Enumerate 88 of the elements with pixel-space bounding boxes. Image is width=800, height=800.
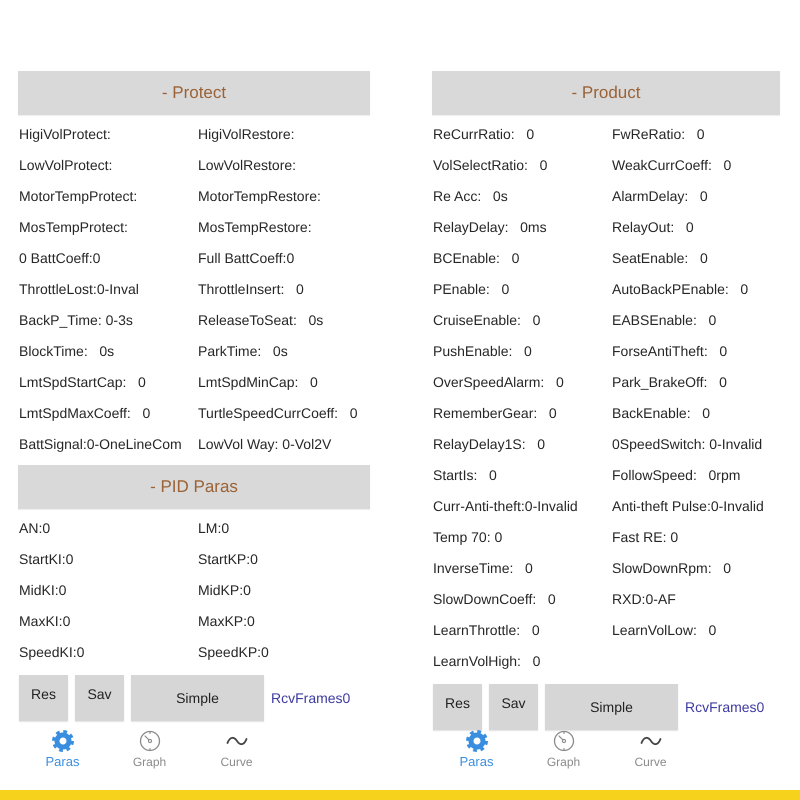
- field-text: StartIs: 0: [432, 466, 497, 484]
- field-text: LowVolProtect:: [18, 156, 112, 174]
- field-text: SlowDownRpm: 0: [611, 558, 732, 576]
- field-text: PEnable: 0: [432, 280, 510, 298]
- field-text: AlarmDelay: 0: [611, 186, 708, 204]
- gear-icon: [466, 730, 488, 752]
- field-text: Temp 70: 0: [432, 528, 502, 546]
- field-text: StartKI:0: [18, 550, 74, 568]
- field-text: RememberGear: 0: [432, 404, 557, 422]
- field-text: RelayOut: 0: [611, 218, 694, 236]
- field-text: MosTempRestore:: [197, 218, 312, 236]
- field-text: ReleaseToSeat: 0s: [197, 310, 324, 328]
- field-text: LmtSpdMaxCoeff: 0: [18, 404, 150, 422]
- field-text: OverSpeedAlarm: 0: [432, 372, 564, 390]
- field-text: CruiseEnable: 0: [432, 310, 540, 328]
- field-text: MosTempProtect:: [18, 218, 128, 236]
- field-text: 0SpeedSwitch: 0-Invalid: [611, 434, 762, 452]
- received-frames-label: RcvFrames0: [271, 688, 350, 708]
- action-button[interactable]: Sav: [75, 675, 124, 721]
- field-text: LmtSpdStartCap: 0: [18, 372, 146, 390]
- nav-tab[interactable]: Paras: [433, 730, 520, 770]
- field-text: Park_BrakeOff: 0: [611, 372, 727, 390]
- field-text: StartKP:0: [197, 550, 258, 568]
- field-text: ReCurrRatio: 0: [432, 124, 534, 142]
- field-text: SpeedKI:0: [18, 642, 84, 660]
- field-text: MidKP:0: [197, 580, 251, 598]
- field-text: TurtleSpeedCurrCoeff: 0: [197, 404, 358, 422]
- field-text: LearnVolHigh: 0: [432, 652, 540, 670]
- field-text: SlowDownCoeff: 0: [432, 590, 556, 608]
- field-text: SeatEnable: 0: [611, 248, 708, 266]
- action-button[interactable]: Res: [19, 675, 68, 721]
- field-text: MaxKP:0: [197, 612, 255, 630]
- field-text: MidKI:0: [18, 580, 66, 598]
- gear-icon: [52, 730, 74, 752]
- field-text: LowVol Way: 0-Vol2V: [197, 434, 332, 452]
- field-text: WeakCurrCoeff: 0: [611, 156, 732, 174]
- field-text: LearnVolLow: 0: [611, 620, 716, 638]
- field-text: LowVolRestore:: [197, 156, 296, 174]
- field-text: ParkTime: 0s: [197, 342, 288, 360]
- field-text: RXD:0-AF: [611, 590, 676, 608]
- field-text: VolSelectRatio: 0: [432, 156, 548, 174]
- field-text: BCEnable: 0: [432, 248, 520, 266]
- field-text: MaxKI:0: [18, 612, 70, 630]
- field-text: Curr-Anti-theft:0-Invalid: [432, 496, 578, 514]
- field-text: RelayDelay: 0ms: [432, 218, 547, 236]
- gauge-icon: [138, 730, 160, 752]
- field-text: HigiVolProtect:: [18, 124, 111, 142]
- field-text: HigiVolRestore:: [197, 124, 294, 142]
- section-header[interactable]: - Protect: [18, 71, 370, 115]
- nav-tab[interactable]: Curve: [193, 730, 280, 770]
- field-text: BlockTime: 0s: [18, 342, 114, 360]
- field-text: RelayDelay1S: 0: [432, 434, 546, 452]
- field-text: ThrottleInsert: 0: [197, 280, 304, 298]
- field-text: InverseTime: 0: [432, 558, 533, 576]
- field-text: 0 BattCoeff:0: [18, 248, 100, 266]
- field-text: EABSEnable: 0: [611, 310, 716, 328]
- nav-tab[interactable]: Graph: [106, 730, 193, 770]
- field-text: Full BattCoeff:0: [197, 248, 294, 266]
- action-button[interactable]: Res: [433, 684, 482, 730]
- field-text: FwReRatio: 0: [611, 124, 705, 142]
- action-button[interactable]: Simple: [545, 684, 678, 730]
- field-text: BackEnable: 0: [611, 404, 710, 422]
- field-text: MotorTempProtect:: [18, 186, 138, 204]
- field-text: BattSignal:0-OneLineCom: [18, 434, 182, 452]
- action-button[interactable]: Simple: [131, 675, 264, 721]
- field-text: LmtSpdMinCap: 0: [197, 372, 318, 390]
- field-text: ThrottleLost:0-Inval: [18, 280, 139, 298]
- gauge-icon: [552, 730, 574, 752]
- field-text: FollowSpeed: 0rpm: [611, 466, 740, 484]
- field-text: Fast RE: 0: [611, 528, 678, 546]
- nav-tab[interactable]: Graph: [520, 730, 607, 770]
- field-text: AutoBackPEnable: 0: [611, 280, 748, 298]
- field-text: ForseAntiTheft: 0: [611, 342, 728, 360]
- field-text: Anti-theft Pulse:0-Invalid: [611, 496, 764, 514]
- nav-tab[interactable]: Curve: [607, 730, 694, 770]
- field-text: LearnThrottle: 0: [432, 620, 540, 638]
- action-button[interactable]: Sav: [489, 684, 538, 730]
- field-text: MotorTempRestore:: [197, 186, 321, 204]
- section-header[interactable]: - PID Paras: [18, 465, 370, 509]
- received-frames-label: RcvFrames0: [685, 698, 764, 716]
- field-text: AN:0: [18, 518, 50, 536]
- field-text: PushEnable: 0: [432, 342, 532, 360]
- nav-tab[interactable]: Paras: [19, 730, 106, 770]
- field-text: BackP_Time: 0-3s: [18, 310, 133, 328]
- field-text: SpeedKP:0: [197, 642, 269, 660]
- field-text: LM:0: [197, 518, 230, 536]
- section-header[interactable]: - Product: [432, 71, 780, 115]
- field-text: Re Acc: 0s: [432, 186, 508, 204]
